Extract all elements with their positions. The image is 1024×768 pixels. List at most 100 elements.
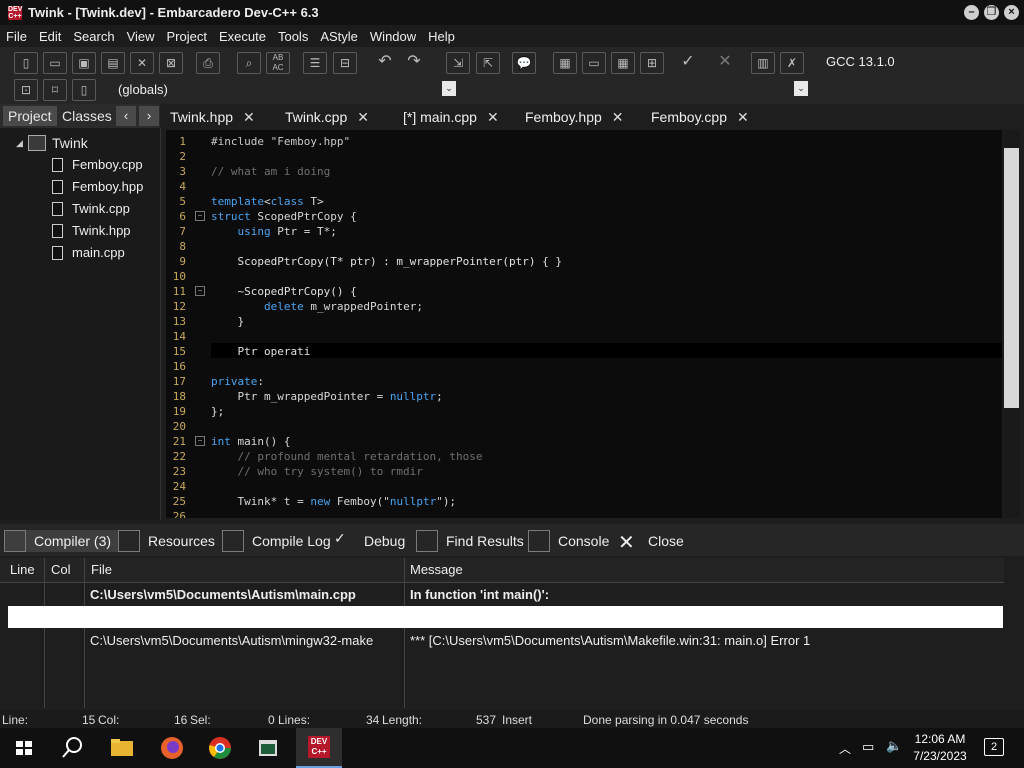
tab-resources[interactable]: Resources bbox=[118, 530, 215, 552]
indent-icon[interactable]: ☰ bbox=[303, 52, 327, 74]
code-line[interactable]: ScopedPtrCopy(T* ptr) : m_wrapperPointer… bbox=[211, 255, 562, 268]
chrome-icon[interactable] bbox=[204, 732, 236, 764]
close-icon[interactable]: ✕ bbox=[243, 109, 255, 125]
volume-icon[interactable]: 🔈 bbox=[886, 738, 902, 754]
redo-icon[interactable]: ↷ bbox=[403, 52, 425, 72]
chevron-left-icon[interactable]: ‹ bbox=[116, 106, 136, 126]
menu-window[interactable]: Window bbox=[364, 29, 422, 44]
rebuild-icon[interactable]: ⊞ bbox=[640, 52, 664, 74]
search-icon[interactable] bbox=[56, 732, 88, 764]
run-icon[interactable]: ▭ bbox=[582, 52, 606, 74]
comment-icon[interactable]: 💬 bbox=[512, 52, 536, 74]
tree-root[interactable]: Twink bbox=[52, 135, 88, 151]
compile-run-icon[interactable]: ▦ bbox=[611, 52, 635, 74]
fold-icon[interactable]: − bbox=[195, 286, 205, 296]
stop-icon[interactable]: ✕ bbox=[714, 52, 736, 72]
code-line[interactable]: struct ScopedPtrCopy { bbox=[211, 210, 357, 223]
save-all-icon[interactable]: ▤ bbox=[101, 52, 125, 74]
code-line[interactable]: #include "Femboy.hpp" bbox=[211, 135, 350, 148]
delete-profile-icon[interactable]: ✗ bbox=[780, 52, 804, 74]
expand-icon[interactable]: ◢ bbox=[16, 138, 23, 149]
menu-tools[interactable]: Tools bbox=[272, 29, 314, 44]
file-explorer-icon[interactable] bbox=[106, 732, 138, 764]
code-line[interactable]: // profound mental retardation, those bbox=[211, 450, 482, 463]
fold-icon[interactable]: − bbox=[195, 436, 205, 446]
notifications-icon[interactable]: 2 bbox=[984, 738, 1004, 756]
tab-femboy-cpp[interactable]: Femboy.cpp ✕ bbox=[651, 107, 749, 127]
firefox-icon[interactable] bbox=[156, 732, 188, 764]
chevron-up-icon[interactable]: ︿ bbox=[839, 740, 851, 757]
code-line[interactable]: using Ptr = T*; bbox=[211, 225, 337, 238]
print-icon[interactable]: ⎙ bbox=[196, 52, 220, 74]
tab-femboy-hpp[interactable]: Femboy.hpp ✕ bbox=[525, 107, 624, 127]
tab-compile-log[interactable]: Compile Log bbox=[222, 530, 331, 552]
menu-file[interactable]: File bbox=[0, 29, 33, 44]
code-line[interactable]: delete m_wrappedPointer; bbox=[211, 300, 423, 313]
check-syntax-icon[interactable]: ✓ bbox=[677, 52, 699, 72]
code-line[interactable]: ~ScopedPtrCopy() { bbox=[211, 285, 356, 298]
code-line[interactable]: // what am i doing bbox=[211, 165, 330, 178]
code-editor[interactable]: 1 2 3 4 5 6 7 8 9 10 11 12 13 14 15 16 17 18 19 20 21 22 23 24 2… bbox=[166, 130, 1002, 518]
tab-find-results[interactable]: Find Results bbox=[416, 530, 524, 552]
tree-file[interactable]: main.cpp bbox=[52, 245, 125, 260]
tree-file[interactable]: Twink.hpp bbox=[52, 223, 131, 238]
close-icon[interactable]: ✕ bbox=[487, 109, 499, 125]
close-icon[interactable]: ✕ bbox=[737, 109, 749, 125]
tab-debug[interactable]: ✓ Debug bbox=[334, 530, 405, 552]
bookmark-icon[interactable]: ⌑ bbox=[43, 79, 67, 101]
compile-icon[interactable]: ▦ bbox=[553, 52, 577, 74]
member-select[interactable]: ⌄ bbox=[462, 79, 810, 100]
code-line[interactable]: Ptr m_wrappedPointer = nullptr; bbox=[211, 390, 442, 403]
bookmark-toggle-icon[interactable]: ⇱ bbox=[476, 52, 500, 74]
menu-project[interactable]: Project bbox=[161, 29, 213, 44]
code-line[interactable]: private: bbox=[211, 375, 264, 388]
bookmark-list-icon[interactable]: ▯ bbox=[72, 79, 96, 101]
chevron-down-icon[interactable]: ⌄ bbox=[442, 81, 456, 96]
code-line[interactable]: template<class T> bbox=[211, 195, 324, 208]
menu-execute[interactable]: Execute bbox=[213, 29, 272, 44]
menu-search[interactable]: Search bbox=[67, 29, 120, 44]
scope-select[interactable]: (globals) ⌄ bbox=[112, 79, 458, 100]
tab-console[interactable]: Console bbox=[528, 530, 609, 552]
fold-icon[interactable]: − bbox=[195, 211, 205, 221]
tab-project[interactable]: Project bbox=[3, 106, 57, 126]
close-all-icon[interactable]: ⊠ bbox=[159, 52, 183, 74]
new-file-icon[interactable]: ▯ bbox=[14, 52, 38, 74]
close-panel-button[interactable]: ✕ Close bbox=[618, 530, 684, 554]
tree-file[interactable]: Femboy.hpp bbox=[52, 179, 143, 194]
close-icon[interactable]: ✕ bbox=[612, 109, 624, 125]
save-icon[interactable]: ▣ bbox=[72, 52, 96, 74]
column-header-line[interactable]: Line bbox=[10, 562, 35, 577]
chevron-right-icon[interactable]: › bbox=[139, 106, 159, 126]
compiler-select[interactable]: GCC 13.1.0 bbox=[820, 51, 1020, 72]
column-header-file[interactable]: File bbox=[91, 562, 112, 577]
restore-button[interactable]: ❐ bbox=[984, 5, 999, 20]
menu-help[interactable]: Help bbox=[422, 29, 461, 44]
table-row-selected[interactable] bbox=[8, 606, 1003, 628]
unindent-icon[interactable]: ⊟ bbox=[333, 52, 357, 74]
close-file-icon[interactable]: ✕ bbox=[130, 52, 154, 74]
tab-classes[interactable]: Classes bbox=[57, 106, 117, 126]
code-line[interactable]: Twink* t = new Femboy("nullptr"); bbox=[211, 495, 456, 508]
minimize-button[interactable]: – bbox=[964, 5, 979, 20]
code-line[interactable]: // who try system() to rmdir bbox=[211, 465, 422, 478]
menu-edit[interactable]: Edit bbox=[33, 29, 67, 44]
open-icon[interactable]: ▭ bbox=[43, 52, 67, 74]
code-line[interactable]: }; bbox=[211, 405, 224, 418]
tab-twink-hpp[interactable]: Twink.hpp ✕ bbox=[170, 107, 255, 127]
column-header-col[interactable]: Col bbox=[51, 562, 71, 577]
profile-icon[interactable]: ▥ bbox=[751, 52, 775, 74]
scrollbar-thumb[interactable] bbox=[1004, 148, 1019, 408]
network-icon[interactable]: ▭ bbox=[862, 739, 874, 755]
windows-start-icon[interactable] bbox=[8, 732, 40, 764]
tab-main-cpp[interactable]: [*] main.cpp ✕ bbox=[403, 107, 499, 127]
devcpp-taskbar-icon[interactable]: DEV C++ bbox=[296, 728, 342, 768]
undo-icon[interactable]: ↶ bbox=[374, 52, 396, 72]
tree-file[interactable]: Twink.cpp bbox=[52, 201, 130, 216]
replace-icon[interactable]: AB AC bbox=[266, 52, 290, 74]
tab-compiler[interactable]: Compiler (3) bbox=[4, 530, 120, 552]
chevron-down-icon[interactable]: ⌄ bbox=[794, 81, 808, 96]
clock[interactable]: 12:06 AM 7/23/2023 bbox=[905, 732, 975, 763]
column-header-message[interactable]: Message bbox=[410, 562, 463, 577]
tab-twink-cpp[interactable]: Twink.cpp ✕ bbox=[285, 107, 369, 127]
